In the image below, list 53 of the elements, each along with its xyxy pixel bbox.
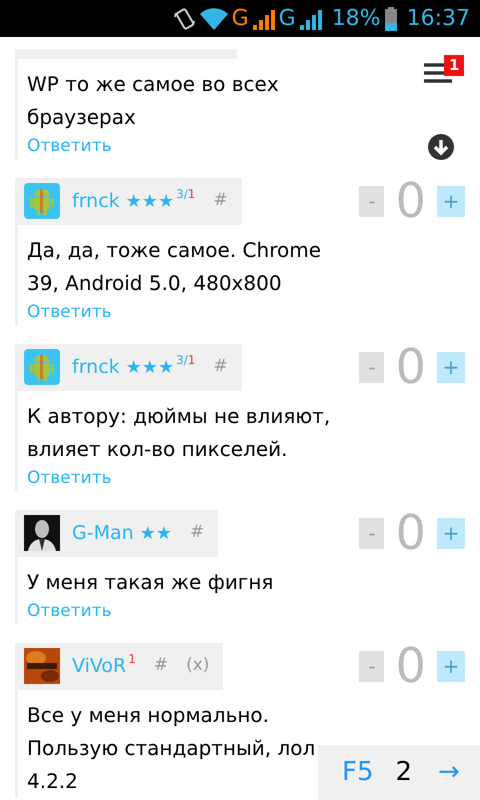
vote-up-button[interactable]: +	[437, 352, 465, 382]
comment-link[interactable]: #	[154, 653, 168, 679]
vote-up-button[interactable]: +	[437, 650, 465, 682]
reply-link[interactable]: Ответить	[27, 300, 112, 326]
score-count: 0	[395, 642, 426, 690]
signal-icon	[300, 8, 322, 30]
rank-stars: ★★★	[126, 356, 174, 380]
comment-text: WP то же самое во всех браузерах	[27, 71, 279, 131]
vote-up-button[interactable]: +	[437, 186, 465, 216]
page-number: 2	[396, 756, 412, 789]
username-link[interactable]: ViVoR	[72, 652, 126, 680]
comment-text: К автору: дюймы не влияют, влияет кол-во пикселей.	[27, 403, 330, 463]
next-page-link[interactable]: →	[438, 753, 460, 792]
clock: 16:37	[406, 5, 470, 33]
vote-down-button[interactable]: -	[359, 352, 384, 382]
vote-up-button[interactable]: +	[437, 518, 465, 548]
karma-count: 1	[188, 187, 196, 201]
username-link[interactable]: frnck	[72, 352, 120, 382]
username-link[interactable]: G-Man	[72, 518, 134, 548]
signal-icon	[252, 8, 275, 30]
karma-count: 1	[128, 652, 136, 666]
score-count: 0	[395, 343, 426, 391]
rank-stars: ★★★	[126, 190, 174, 214]
vibrate-icon	[174, 6, 196, 30]
username-link[interactable]: frnck	[72, 186, 120, 216]
vote-down-button[interactable]: -	[359, 518, 384, 548]
battery-level: 18%	[332, 5, 381, 33]
reply-link[interactable]: Ответить	[27, 466, 112, 492]
wifi-icon	[200, 8, 228, 30]
reply-link[interactable]: Ответить	[27, 599, 112, 625]
rank-stars: ★★	[140, 522, 172, 546]
score-count: 0	[395, 509, 426, 557]
comment-text: Все у меня нормально. Пользую стандартный, лол 4.2.2	[27, 702, 316, 795]
score-count: 0	[395, 177, 426, 225]
karma-count: 3/	[176, 353, 188, 367]
reply-link[interactable]: Ответить	[27, 134, 112, 160]
network-type: G	[232, 5, 249, 33]
comment-text: У меня такая же фигня	[27, 569, 274, 596]
battery-icon	[384, 6, 397, 30]
vote-down-button[interactable]: -	[359, 186, 384, 216]
karma-count: 3/	[176, 187, 188, 201]
scroll-down-icon[interactable]	[428, 134, 454, 160]
notification-badge: 1	[444, 55, 464, 76]
comment-link[interactable]: #	[190, 520, 204, 546]
comment-link[interactable]: #	[213, 354, 228, 380]
refresh-link[interactable]: F5	[342, 753, 374, 792]
comment-link[interactable]: (x)	[186, 653, 210, 679]
comment-link[interactable]: #	[213, 188, 228, 214]
menu-button[interactable]: 1	[424, 55, 468, 89]
network-type: G	[278, 5, 296, 33]
karma-count: 1	[188, 353, 196, 367]
vote-down-button[interactable]: -	[359, 650, 384, 682]
comment-text: Да, да, тоже самое. Chrome 39, Android 5.0, 480x800	[27, 237, 322, 297]
